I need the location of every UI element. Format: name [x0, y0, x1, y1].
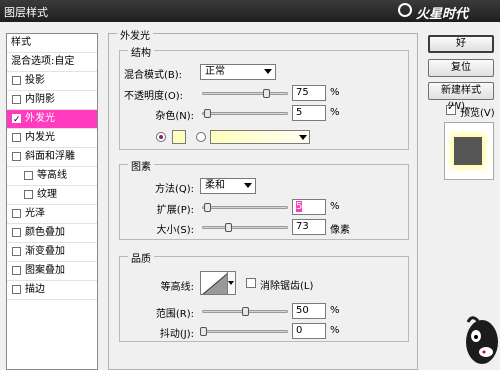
- opacity-label: 不透明度(O):: [124, 91, 184, 102]
- preview-thumbnail: [454, 137, 482, 165]
- elements-title: 图素: [128, 158, 154, 173]
- watermark-logo: 火星时代: [398, 2, 490, 22]
- texture-checkbox[interactable]: [24, 190, 33, 199]
- sidebar-item-inner-shadow[interactable]: 内阴影: [7, 91, 97, 110]
- opacity-slider[interactable]: [202, 89, 288, 98]
- noise-label: 杂色(N):: [155, 111, 194, 122]
- contour-picker[interactable]: [200, 271, 228, 295]
- size-label: 大小(S):: [156, 225, 194, 236]
- style-list-header[interactable]: 样式: [7, 34, 97, 53]
- solid-color-radio[interactable]: [156, 132, 166, 142]
- inner-shadow-checkbox[interactable]: [12, 95, 21, 104]
- sidebar-item-blending-options[interactable]: 混合选项:自定: [7, 53, 97, 72]
- opacity-percent: %: [330, 87, 340, 98]
- ok-button[interactable]: 好: [428, 35, 494, 53]
- gradient-radio[interactable]: [196, 132, 206, 142]
- noise-slider[interactable]: [202, 109, 288, 118]
- size-input[interactable]: 73: [292, 219, 326, 235]
- contour-label: 等高线:: [160, 282, 194, 293]
- sidebar-item-contour[interactable]: 等高线: [7, 167, 97, 186]
- sidebar-item-outer-glow[interactable]: 外发光: [7, 110, 97, 129]
- technique-select[interactable]: 柔和: [200, 178, 256, 194]
- noise-input[interactable]: 5: [292, 105, 326, 121]
- blend-mode-label: 混合模式(B):: [124, 70, 183, 81]
- spread-slider[interactable]: [202, 203, 288, 212]
- style-preview: [444, 122, 494, 180]
- sidebar-item-satin[interactable]: 光泽: [7, 205, 97, 224]
- inner-glow-checkbox[interactable]: [12, 133, 21, 142]
- color-overlay-checkbox[interactable]: [12, 228, 21, 237]
- chevron-down-icon: [264, 69, 272, 74]
- logo-ring-icon: [398, 3, 412, 17]
- size-unit: 像素: [330, 225, 350, 236]
- panel-title: 外发光: [117, 27, 153, 42]
- chevron-down-icon: [244, 183, 252, 188]
- sidebar-item-bevel-emboss[interactable]: 斜面和浮雕: [7, 148, 97, 167]
- glow-color-swatch[interactable]: [172, 130, 186, 144]
- range-label: 范围(R):: [155, 309, 194, 320]
- spread-label: 扩展(P):: [156, 205, 194, 216]
- spread-percent: %: [330, 201, 340, 212]
- jitter-percent: %: [330, 325, 340, 336]
- outer-glow-panel: 外发光 结构 混合模式(B): 正常 不透明度(O): 75 % 杂色(N): …: [108, 27, 418, 370]
- sidebar-item-drop-shadow[interactable]: 投影: [7, 72, 97, 91]
- jitter-label: 抖动(J):: [159, 329, 194, 340]
- gradient-overlay-checkbox[interactable]: [12, 247, 21, 256]
- range-slider[interactable]: [202, 307, 288, 316]
- contour-dropdown[interactable]: [228, 271, 236, 295]
- sidebar-item-stroke[interactable]: 描边: [7, 281, 97, 300]
- spread-input[interactable]: 5: [292, 199, 326, 215]
- noise-percent: %: [330, 107, 340, 118]
- anti-aliased-checkbox[interactable]: [246, 278, 256, 288]
- preview-checkbox[interactable]: [446, 102, 456, 115]
- sidebar-item-texture[interactable]: 纹理: [7, 186, 97, 205]
- new-style-button[interactable]: 新建样式(W)...: [428, 82, 494, 112]
- spread-slider-thumb[interactable]: [204, 203, 212, 212]
- satin-checkbox[interactable]: [12, 209, 21, 218]
- sidebar-item-inner-glow[interactable]: 内发光: [7, 129, 97, 148]
- structure-group: 结构 混合模式(B): 正常 不透明度(O): 75 % 杂色(N): 5 %: [119, 44, 409, 150]
- range-slider-thumb[interactable]: [242, 307, 249, 316]
- drop-shadow-checkbox[interactable]: [12, 76, 21, 85]
- cartoon-mascot-icon: [466, 316, 498, 364]
- structure-title: 结构: [128, 44, 154, 59]
- contour-checkbox[interactable]: [24, 171, 33, 180]
- size-slider[interactable]: [202, 223, 288, 232]
- elements-group: 图素 方法(Q): 柔和 扩展(P): 5 % 大小(S): 73 像素: [119, 158, 409, 240]
- title-bar: 图层样式 火星时代: [0, 0, 500, 22]
- jitter-input[interactable]: 0: [292, 323, 326, 339]
- contour-curve-icon: [202, 273, 227, 294]
- size-slider-thumb[interactable]: [224, 223, 232, 232]
- reset-button[interactable]: 复位: [428, 59, 494, 77]
- preview-label: 预览(V): [460, 108, 495, 119]
- jitter-slider-thumb[interactable]: [200, 327, 207, 336]
- logo-text: 火星时代: [416, 7, 469, 22]
- opacity-slider-thumb[interactable]: [263, 89, 270, 98]
- quality-title: 品质: [128, 250, 154, 265]
- bevel-emboss-checkbox[interactable]: [12, 152, 21, 161]
- window-title: 图层样式: [4, 6, 48, 19]
- style-list: 样式 混合选项:自定 投影 内阴影 外发光 内发光 斜面和浮雕 等高线 纹理 光…: [6, 33, 98, 370]
- opacity-input[interactable]: 75: [292, 85, 326, 101]
- sidebar-item-gradient-overlay[interactable]: 渐变叠加: [7, 243, 97, 262]
- blend-mode-select[interactable]: 正常: [200, 64, 276, 80]
- noise-slider-thumb[interactable]: [204, 109, 212, 118]
- glow-gradient-picker[interactable]: [210, 130, 310, 144]
- outer-glow-checkbox[interactable]: [12, 111, 21, 129]
- range-percent: %: [330, 305, 340, 316]
- quality-group: 品质 等高线: 消除锯齿(L) 范围(R): 50 % 抖动(J): 0 %: [119, 250, 409, 342]
- range-input[interactable]: 50: [292, 303, 326, 319]
- anti-aliased-label: 消除锯齿(L): [260, 281, 314, 292]
- sidebar-item-pattern-overlay[interactable]: 图案叠加: [7, 262, 97, 281]
- technique-label: 方法(Q):: [154, 184, 194, 195]
- stroke-checkbox[interactable]: [12, 285, 21, 294]
- jitter-slider[interactable]: [200, 327, 288, 336]
- pattern-overlay-checkbox[interactable]: [12, 266, 21, 275]
- sidebar-item-color-overlay[interactable]: 颜色叠加: [7, 224, 97, 243]
- chevron-down-icon: [299, 135, 307, 140]
